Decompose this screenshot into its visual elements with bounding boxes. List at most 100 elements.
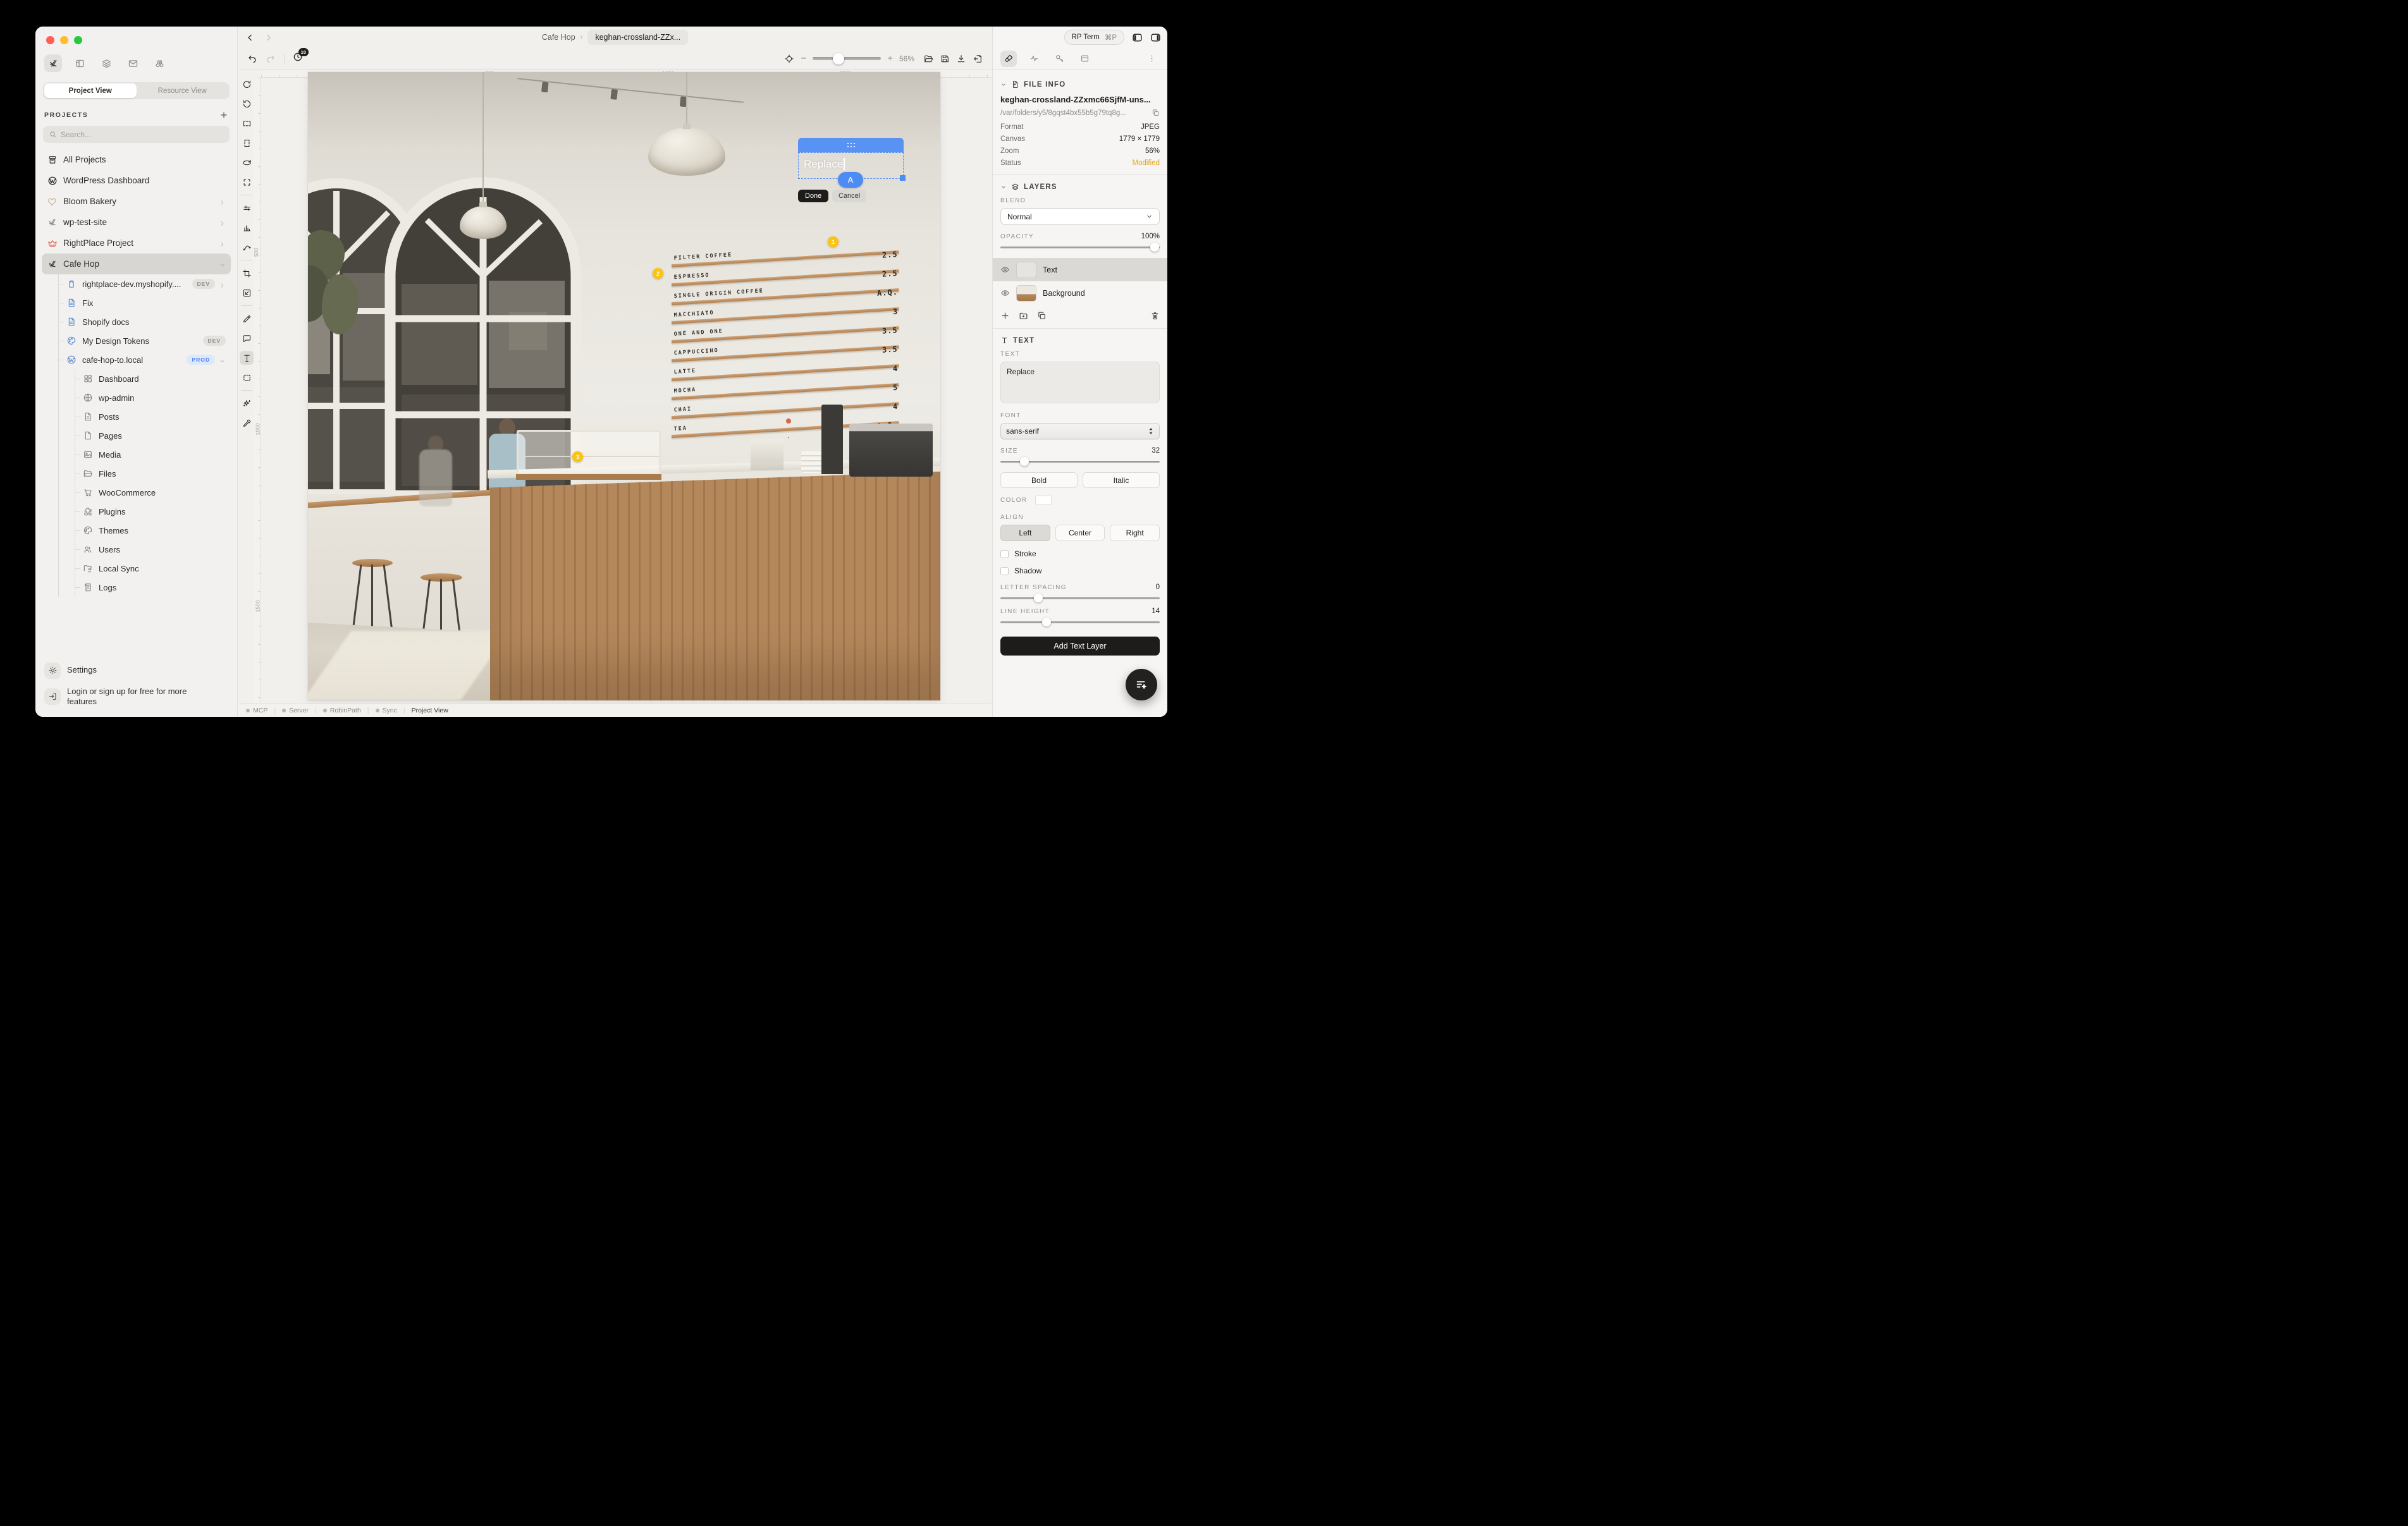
redo-icon[interactable] xyxy=(266,54,276,64)
sidebar-item-bloom-bakery[interactable]: Bloom Bakery xyxy=(42,191,231,212)
status-item-mcp[interactable]: MCP xyxy=(246,707,267,714)
status-item-project-view[interactable]: Project View xyxy=(412,707,448,714)
align-center-button[interactable]: Center xyxy=(1055,525,1105,541)
sidebar-item-shopify-docs[interactable]: Shopify docs xyxy=(42,312,231,331)
sidebar-item-wordpress-dashboard[interactable]: WordPress Dashboard xyxy=(42,170,231,191)
sidebar-item-cafe-hop-to-local[interactable]: cafe-hop-to.localPROD xyxy=(42,350,231,369)
binoculars-nav-icon[interactable] xyxy=(150,54,168,72)
status-item-sync[interactable]: Sync xyxy=(376,707,397,714)
align-right-button[interactable]: Right xyxy=(1110,525,1160,541)
add-project-button[interactable] xyxy=(219,111,228,119)
delete-layer-icon[interactable] xyxy=(1150,311,1160,320)
letter-spacing-slider[interactable] xyxy=(1000,594,1160,602)
histogram-tool[interactable] xyxy=(240,221,254,235)
flip-h-tool[interactable] xyxy=(240,116,254,130)
add-text-layer-button[interactable]: Add Text Layer xyxy=(1000,637,1160,656)
pulse-tab-icon[interactable] xyxy=(1026,51,1042,67)
chevron-right-icon[interactable] xyxy=(219,240,226,247)
shadow-checkbox[interactable] xyxy=(1000,567,1009,575)
stroke-checkbox[interactable] xyxy=(1000,550,1009,558)
canvas-image[interactable]: FILTER COFFEE2.5ESPRESSO2.5SINGLE ORIGIN… xyxy=(308,72,940,700)
zoom-in-button[interactable]: + xyxy=(887,53,893,64)
chevron-right-icon[interactable] xyxy=(219,281,226,288)
ai-assistant-button[interactable] xyxy=(1126,669,1157,700)
bold-button[interactable]: Bold xyxy=(1000,472,1078,488)
font-select[interactable]: sans-serif xyxy=(1000,423,1160,439)
resize-handle[interactable] xyxy=(900,175,906,181)
color-swatch[interactable] xyxy=(1035,496,1052,505)
close-button[interactable] xyxy=(46,36,54,44)
toggle-right-panel-icon[interactable] xyxy=(1150,32,1161,43)
chevron-right-icon[interactable] xyxy=(219,198,226,205)
blend-select[interactable]: Normal xyxy=(1000,208,1160,225)
opacity-slider[interactable] xyxy=(1000,243,1160,252)
sidebar-item-woocommerce[interactable]: WooCommerce xyxy=(42,483,231,502)
new-group-icon[interactable] xyxy=(1019,311,1028,320)
layers-nav-icon[interactable] xyxy=(97,54,115,72)
text-layer-content[interactable]: Replace xyxy=(804,158,845,171)
eye-icon[interactable] xyxy=(1000,265,1010,274)
sidebar-item-rightplace-project[interactable]: RightPlace Project xyxy=(42,233,231,253)
eye-icon[interactable] xyxy=(1000,288,1010,298)
chevron-down-icon[interactable] xyxy=(219,260,226,267)
layers-header[interactable]: LAYERS xyxy=(1000,183,1160,191)
sidebar-item-pages[interactable]: Pages xyxy=(42,426,231,445)
layer-row-text[interactable]: Text xyxy=(993,258,1167,281)
save-icon[interactable] xyxy=(940,54,950,64)
sidebar-item-media[interactable]: Media xyxy=(42,445,231,464)
done-button[interactable]: Done xyxy=(798,190,828,202)
annotation-marker-3[interactable]: 3 xyxy=(572,451,583,462)
stroke-option[interactable]: Stroke xyxy=(1000,549,1160,558)
align-left-button[interactable]: Left xyxy=(1000,525,1050,541)
zoom-button[interactable] xyxy=(74,36,82,44)
rp-term-button[interactable]: RP Term ⌘P xyxy=(1064,30,1124,45)
sidebar-item-posts[interactable]: Posts xyxy=(42,407,231,426)
history-button[interactable]: 10 xyxy=(293,52,303,65)
chevron-down-icon[interactable] xyxy=(219,357,226,363)
sidebar-item-local-sync[interactable]: Local Sync xyxy=(42,559,231,578)
sidebar-item-logs[interactable]: Logs xyxy=(42,578,231,597)
zoom-out-button[interactable]: − xyxy=(801,53,806,64)
undo-icon[interactable] xyxy=(247,54,257,64)
copy-icon[interactable] xyxy=(1152,109,1160,117)
annotation-marker-2[interactable]: 2 xyxy=(653,268,663,279)
add-layer-icon[interactable] xyxy=(1000,311,1010,320)
annotation-marker-1[interactable]: 1 xyxy=(828,236,838,247)
eyedropper-tool[interactable] xyxy=(240,416,254,430)
sidebar-item-files[interactable]: Files xyxy=(42,464,231,483)
sidebar-item-my-design-tokens[interactable]: My Design TokensDEV xyxy=(42,331,231,350)
status-item-robinpath[interactable]: RobinPath xyxy=(323,707,361,714)
text-section-header[interactable]: TEXT xyxy=(1000,336,1160,345)
crop-tool[interactable] xyxy=(240,266,254,280)
rotate-cw-tool[interactable] xyxy=(240,77,254,91)
sparkle-tool[interactable] xyxy=(240,396,254,410)
shadow-option[interactable]: Shadow xyxy=(1000,566,1160,575)
sidebar-item-wp-admin[interactable]: wp-admin xyxy=(42,388,231,407)
flip-v-tool[interactable] xyxy=(240,136,254,150)
breadcrumb-project[interactable]: Cafe Hop xyxy=(542,33,575,42)
table-tab-icon[interactable] xyxy=(1076,51,1093,67)
sidebar-item-rightplace-dev-myshopify[interactable]: rightplace-dev.myshopify....DEV xyxy=(42,274,231,293)
tab-resource-view[interactable]: Resource View xyxy=(137,83,229,98)
layer-row-background[interactable]: Background xyxy=(993,281,1167,305)
search-input[interactable]: Search... xyxy=(43,126,230,143)
text-input[interactable]: Replace xyxy=(1000,362,1160,403)
italic-button[interactable]: Italic xyxy=(1083,472,1160,488)
sidebar-item-all-projects[interactable]: All Projects xyxy=(42,149,231,170)
sidebar-item-settings[interactable]: Settings xyxy=(44,662,228,679)
comment-tool[interactable] xyxy=(240,331,254,345)
curve-tool[interactable] xyxy=(240,240,254,254)
paintbrush-tab-icon[interactable] xyxy=(1000,51,1017,67)
forward-button[interactable] xyxy=(264,34,273,42)
sidebar-item-dashboard[interactable]: Dashboard xyxy=(42,369,231,388)
pencil-tool[interactable] xyxy=(240,312,254,326)
rotate-ccw-tool[interactable] xyxy=(240,97,254,111)
download-icon[interactable] xyxy=(956,54,966,64)
frame-tool[interactable] xyxy=(240,175,254,189)
resize-tool[interactable] xyxy=(240,286,254,300)
toggle-left-panel-icon[interactable] xyxy=(1132,32,1143,43)
sidebar-item-plugins[interactable]: Plugins xyxy=(42,502,231,521)
text-layer-drag-handle[interactable] xyxy=(798,138,904,152)
fit-view-icon[interactable] xyxy=(784,54,794,64)
minimize-button[interactable] xyxy=(60,36,68,44)
